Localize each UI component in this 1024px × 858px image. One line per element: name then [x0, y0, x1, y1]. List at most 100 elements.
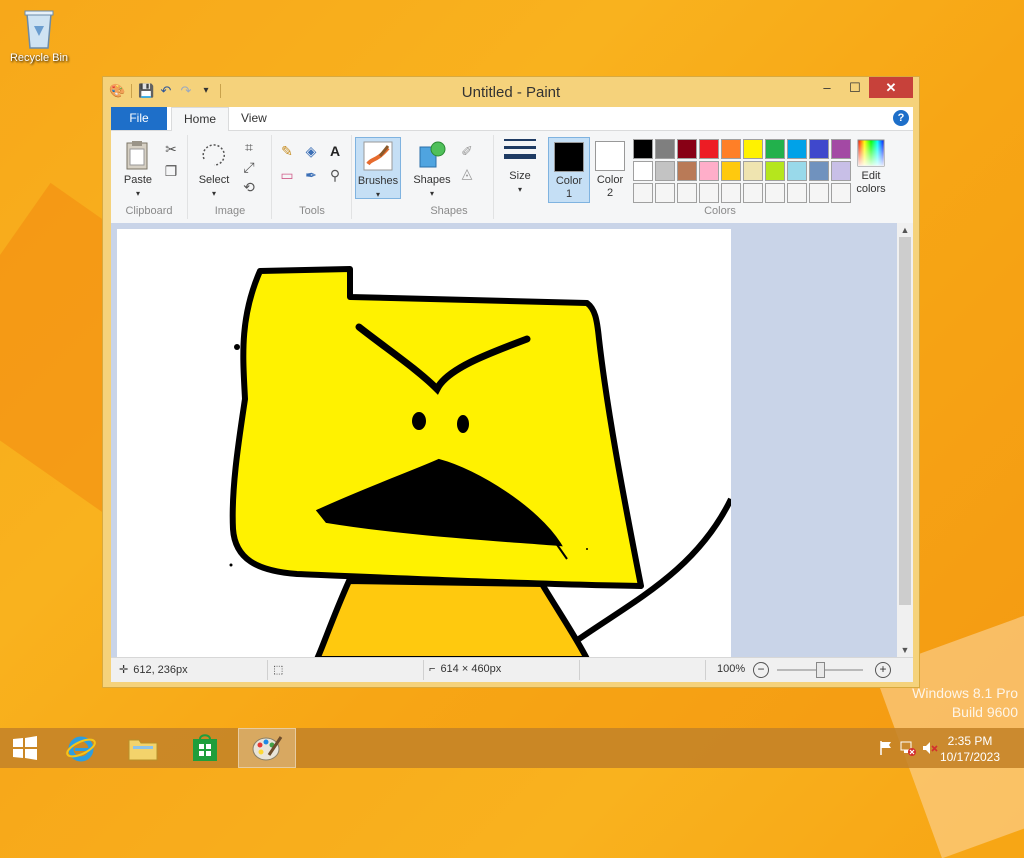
paste-button[interactable]: Paste ▾: [115, 137, 161, 200]
palette-swatch[interactable]: [655, 161, 675, 181]
folder-icon: [128, 739, 158, 761]
copy-icon[interactable]: ❐: [163, 163, 179, 179]
palette-swatch[interactable]: [831, 139, 851, 159]
close-button[interactable]: ✕: [869, 77, 913, 98]
status-divider: [423, 660, 424, 680]
cursor-move-icon: ✛: [119, 664, 129, 676]
palette-swatch[interactable]: [699, 139, 719, 159]
recycle-bin-icon: [22, 6, 56, 50]
palette-swatch[interactable]: [831, 161, 851, 181]
palette-swatch[interactable]: [677, 161, 697, 181]
paste-icon: [122, 139, 154, 171]
select-button[interactable]: Select ▾: [191, 137, 237, 200]
store-button[interactable]: [178, 728, 232, 768]
palette-swatch[interactable]: [743, 139, 763, 159]
palette-swatch[interactable]: [655, 139, 675, 159]
zoom-out-icon[interactable]: −: [753, 662, 769, 678]
paint-window: 🎨 💾 ↶ ↷ ▾ Untitled - Paint – ☐ ✕ File Ho…: [102, 76, 920, 688]
scroll-thumb[interactable]: [899, 237, 911, 605]
palette-swatch[interactable]: [721, 139, 741, 159]
size-button[interactable]: Size ▾: [495, 133, 545, 196]
palette-swatch[interactable]: [765, 183, 785, 203]
palette-swatch[interactable]: [787, 161, 807, 181]
palette-swatch[interactable]: [699, 183, 719, 203]
palette-swatch[interactable]: [743, 161, 763, 181]
maximize-button[interactable]: ☐: [841, 77, 869, 98]
zoom-in-icon[interactable]: +: [875, 662, 891, 678]
shapes-button[interactable]: Shapes ▾: [409, 137, 455, 200]
palette-swatch[interactable]: [633, 161, 653, 181]
windows-logo-icon: [13, 736, 37, 760]
paint-taskbar-button[interactable]: [238, 728, 296, 768]
drawing-canvas[interactable]: [117, 229, 734, 657]
selection-size-icon: ⬚: [273, 664, 284, 676]
drawing: [229, 266, 734, 657]
vertical-scrollbar[interactable]: ▲ ▼: [897, 223, 913, 657]
resize-icon[interactable]: ⤢: [241, 159, 257, 175]
color-palette: [633, 139, 851, 203]
window-title: Untitled - Paint: [461, 84, 561, 101]
ribbon: Paste ▾ ✂ ❐ Clipboard Select ▾ ⌗ ⤢ ⟲ Ima…: [111, 131, 913, 224]
rotate-icon[interactable]: ⟲: [241, 179, 257, 195]
colors-group-label: Colors: [704, 205, 736, 217]
shapes-dropdown-icon: ▾: [429, 189, 434, 198]
palette-swatch[interactable]: [655, 183, 675, 203]
palette-swatch[interactable]: [633, 139, 653, 159]
canvas-area: [111, 223, 897, 657]
shape-fill-icon[interactable]: ◬: [459, 165, 475, 181]
action-center-flag-icon[interactable]: [878, 740, 894, 756]
tab-file[interactable]: File: [111, 107, 167, 130]
zoom-slider-thumb[interactable]: [816, 662, 825, 678]
clipboard-group-label: Clipboard: [125, 205, 173, 217]
tab-view[interactable]: View: [229, 107, 279, 130]
brushes-dropdown-icon: ▾: [375, 190, 380, 199]
palette-swatch[interactable]: [633, 183, 653, 203]
crop-icon[interactable]: ⌗: [241, 139, 257, 155]
magnifier-icon[interactable]: ⚲: [327, 167, 343, 183]
pencil-icon[interactable]: ✎: [279, 143, 295, 159]
color1-button[interactable]: Color 1: [548, 137, 590, 203]
palette-swatch[interactable]: [787, 139, 807, 159]
tab-home[interactable]: Home: [171, 107, 230, 131]
color2-button[interactable]: Color 2: [590, 137, 630, 201]
palette-swatch[interactable]: [743, 183, 763, 203]
scroll-up-icon[interactable]: ▲: [897, 223, 913, 237]
palette-swatch[interactable]: [765, 161, 785, 181]
shapes-group: Shapes ▾ ✐ ◬ Shapes: [405, 135, 494, 219]
start-button[interactable]: [0, 728, 50, 768]
palette-swatch[interactable]: [765, 139, 785, 159]
size-dropdown-icon: ▾: [517, 185, 522, 194]
eraser-icon[interactable]: ▭: [279, 167, 295, 183]
image-size-text: 614 × 460px: [440, 663, 502, 675]
palette-swatch[interactable]: [699, 161, 719, 181]
edit-colors-button[interactable]: Edit colors: [851, 137, 891, 196]
scroll-down-icon[interactable]: ▼: [897, 643, 913, 657]
taskbar-clock[interactable]: 2:35 PM 10/17/2023: [930, 733, 1010, 765]
palette-swatch[interactable]: [809, 183, 829, 203]
color-picker-icon[interactable]: ✒: [303, 167, 319, 183]
palette-swatch[interactable]: [677, 183, 697, 203]
select-dropdown-icon: ▾: [211, 189, 216, 198]
text-icon[interactable]: A: [327, 143, 343, 159]
cursor-position: ✛ 612, 236px: [119, 663, 188, 677]
cursor-position-text: 612, 236px: [133, 663, 188, 676]
image-group-label: Image: [214, 205, 246, 217]
brushes-button[interactable]: Brushes ▾: [355, 137, 401, 199]
cut-icon[interactable]: ✂: [163, 141, 179, 157]
internet-explorer-button[interactable]: [54, 728, 108, 768]
help-icon[interactable]: ?: [893, 110, 909, 126]
palette-swatch[interactable]: [831, 183, 851, 203]
file-explorer-button[interactable]: [116, 728, 170, 768]
fill-icon[interactable]: ◈: [303, 143, 319, 159]
minimize-button[interactable]: –: [813, 77, 841, 98]
network-error-icon[interactable]: [900, 740, 916, 756]
palette-swatch[interactable]: [721, 161, 741, 181]
palette-swatch[interactable]: [677, 139, 697, 159]
palette-swatch[interactable]: [809, 161, 829, 181]
palette-swatch[interactable]: [787, 183, 807, 203]
outline-icon[interactable]: ✐: [459, 143, 475, 159]
palette-swatch[interactable]: [721, 183, 741, 203]
title-bar[interactable]: 🎨 💾 ↶ ↷ ▾ Untitled - Paint – ☐ ✕: [103, 77, 919, 107]
recycle-bin-shortcut[interactable]: Recycle Bin: [6, 6, 72, 64]
palette-swatch[interactable]: [809, 139, 829, 159]
